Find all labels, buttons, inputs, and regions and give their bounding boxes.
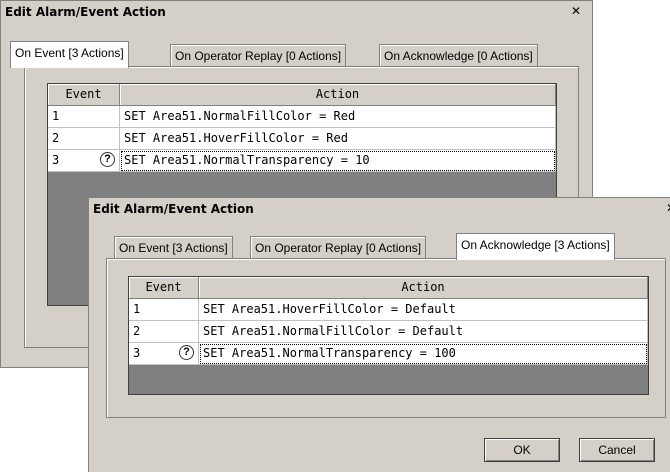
table-row[interactable]: 1 SET Area51.NormalFillColor = Red: [48, 106, 556, 128]
table-row[interactable]: 2 SET Area51.NormalFillColor = Default: [129, 321, 648, 343]
event-cell[interactable]: 2: [48, 128, 120, 150]
table-row-selected[interactable]: 3 ? SET Area51.NormalTransparency = 100: [129, 343, 648, 365]
event-cell[interactable]: 1: [48, 106, 120, 128]
tab-on-operator-replay[interactable]: On Operator Replay [0 Actions]: [170, 44, 347, 68]
tab-on-operator-replay[interactable]: On Operator Replay [0 Actions]: [250, 236, 427, 260]
dialog-title: Edit Alarm/Event Action: [5, 5, 166, 19]
tab-on-acknowledge[interactable]: On Acknowledge [0 Actions]: [379, 44, 538, 68]
table-row[interactable]: 2 SET Area51.HoverFillColor = Red: [48, 128, 556, 150]
question-icon[interactable]: ?: [100, 152, 115, 167]
event-cell[interactable]: 3 ?: [48, 150, 120, 172]
tab-panel: Event Action 1 SET Area51.HoverFillColor…: [106, 258, 666, 418]
action-cell[interactable]: SET Area51.NormalFillColor = Default: [199, 321, 648, 343]
action-cell[interactable]: SET Area51.NormalTransparency = 100: [199, 343, 648, 365]
tab-on-event[interactable]: On Event [3 Actions]: [10, 41, 129, 68]
event-number: 3: [52, 153, 60, 167]
table-header: Event Action: [129, 277, 648, 299]
column-header-action[interactable]: Action: [120, 84, 556, 106]
action-cell[interactable]: SET Area51.HoverFillColor = Default: [199, 299, 648, 321]
column-header-event[interactable]: Event: [129, 277, 199, 299]
dialog-title: Edit Alarm/Event Action: [93, 202, 254, 216]
action-cell[interactable]: SET Area51.NormalTransparency = 10: [120, 150, 556, 172]
tab-on-acknowledge[interactable]: On Acknowledge [3 Actions]: [456, 233, 615, 260]
column-header-action[interactable]: Action: [199, 277, 648, 299]
title-bar[interactable]: Edit Alarm/Event Action ✕: [1, 1, 592, 23]
title-bar[interactable]: Edit Alarm/Event Action ✕: [89, 198, 670, 220]
event-cell[interactable]: 1: [129, 299, 199, 321]
column-header-event[interactable]: Event: [48, 84, 120, 106]
ok-button[interactable]: OK: [484, 438, 560, 462]
cancel-button[interactable]: Cancel: [579, 438, 655, 462]
table-row-selected[interactable]: 3 ? SET Area51.NormalTransparency = 10: [48, 150, 556, 172]
action-cell[interactable]: SET Area51.HoverFillColor = Red: [120, 128, 556, 150]
close-icon[interactable]: ✕: [571, 5, 581, 17]
table-row[interactable]: 1 SET Area51.HoverFillColor = Default: [129, 299, 648, 321]
question-icon[interactable]: ?: [179, 345, 194, 360]
actions-table[interactable]: Event Action 1 SET Area51.HoverFillColor…: [128, 276, 649, 395]
edit-action-dialog-front: Edit Alarm/Event Action ✕ On Event [3 Ac…: [88, 197, 670, 472]
table-header: Event Action: [48, 84, 556, 106]
event-cell[interactable]: 2: [129, 321, 199, 343]
event-cell[interactable]: 3 ?: [129, 343, 199, 365]
close-icon[interactable]: ✕: [666, 202, 670, 214]
event-number: 3: [133, 346, 141, 360]
action-cell[interactable]: SET Area51.NormalFillColor = Red: [120, 106, 556, 128]
tab-on-event[interactable]: On Event [3 Actions]: [114, 236, 233, 260]
